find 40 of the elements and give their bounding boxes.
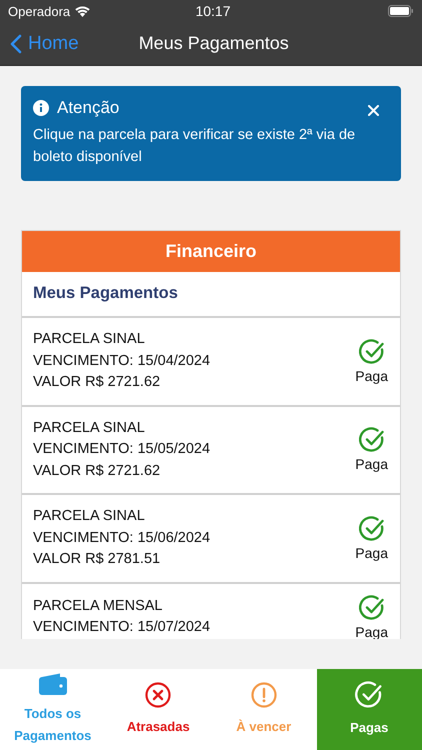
installment-name: PARCELA SINAL — [33, 507, 146, 526]
check-circle-icon — [358, 338, 385, 365]
amount: VALOR R$ 2721.62 — [33, 373, 162, 392]
screen-title: Meus Pagamentos — [138, 33, 289, 54]
tab[interactable]: Pagas — [316, 669, 422, 750]
close-button[interactable] — [368, 104, 379, 116]
carrier-text: Operadora — [8, 4, 70, 18]
battery-icon — [388, 5, 414, 17]
info-icon — [33, 100, 49, 116]
due-date: VENCIMENTO: 15/07/2024 — [33, 618, 210, 637]
wifi-icon — [74, 5, 92, 17]
check-circle-icon — [358, 516, 385, 542]
wallet-icon — [38, 672, 67, 694]
check-circle-icon — [358, 594, 385, 620]
due-date: VENCIMENTO: 15/06/2024 — [33, 528, 210, 548]
amount: VALOR R$ 2721.62 — [33, 462, 162, 480]
due-date: VENCIMENTO: 15/05/2024 — [33, 440, 210, 459]
installment-name: PARCELA MENSAL — [33, 596, 164, 616]
installment-name: PARCELA SINAL — [33, 330, 146, 349]
alert-message: Clique na parcela para verificar se existe 2ª via de boleto disponível — [33, 126, 356, 167]
close-icon — [368, 104, 379, 116]
due-date: VENCIMENTO: 15/04/2024 — [33, 352, 210, 370]
installment-name: PARCELA SINAL — [33, 418, 146, 438]
status-label: Paga — [355, 456, 388, 472]
status-label: Paga — [355, 544, 388, 561]
exclamation-circle-icon — [250, 682, 277, 708]
clock-text: 10:17 — [195, 3, 231, 19]
check-circle-icon — [355, 680, 384, 708]
status-label: Paga — [355, 368, 388, 384]
card-header: Financeiro — [22, 231, 400, 272]
payment-row[interactable]: PARCELA SINAL VENCIMENTO: 15/05/2024 VALOR R$ 2721.62 Paga — [22, 406, 400, 495]
amount: VALOR R$ 2781.51 — [33, 550, 162, 569]
x-circle-icon — [145, 682, 172, 708]
card-subtitle: Meus Pagamentos — [22, 272, 400, 318]
back-button[interactable]: Home — [0, 32, 79, 54]
payment-row[interactable]: PARCELA SINAL VENCIMENTO: 15/04/2024 VALOR R$ 2721.62 Paga — [22, 318, 400, 406]
payment-row[interactable]: PARCELA SINAL VENCIMENTO: 15/06/2024 VALOR R$ 2781.51 Paga — [22, 495, 400, 584]
check-circle-icon — [358, 427, 385, 454]
alert-title: Atenção — [57, 98, 120, 118]
back-chevron-icon — [10, 34, 22, 54]
